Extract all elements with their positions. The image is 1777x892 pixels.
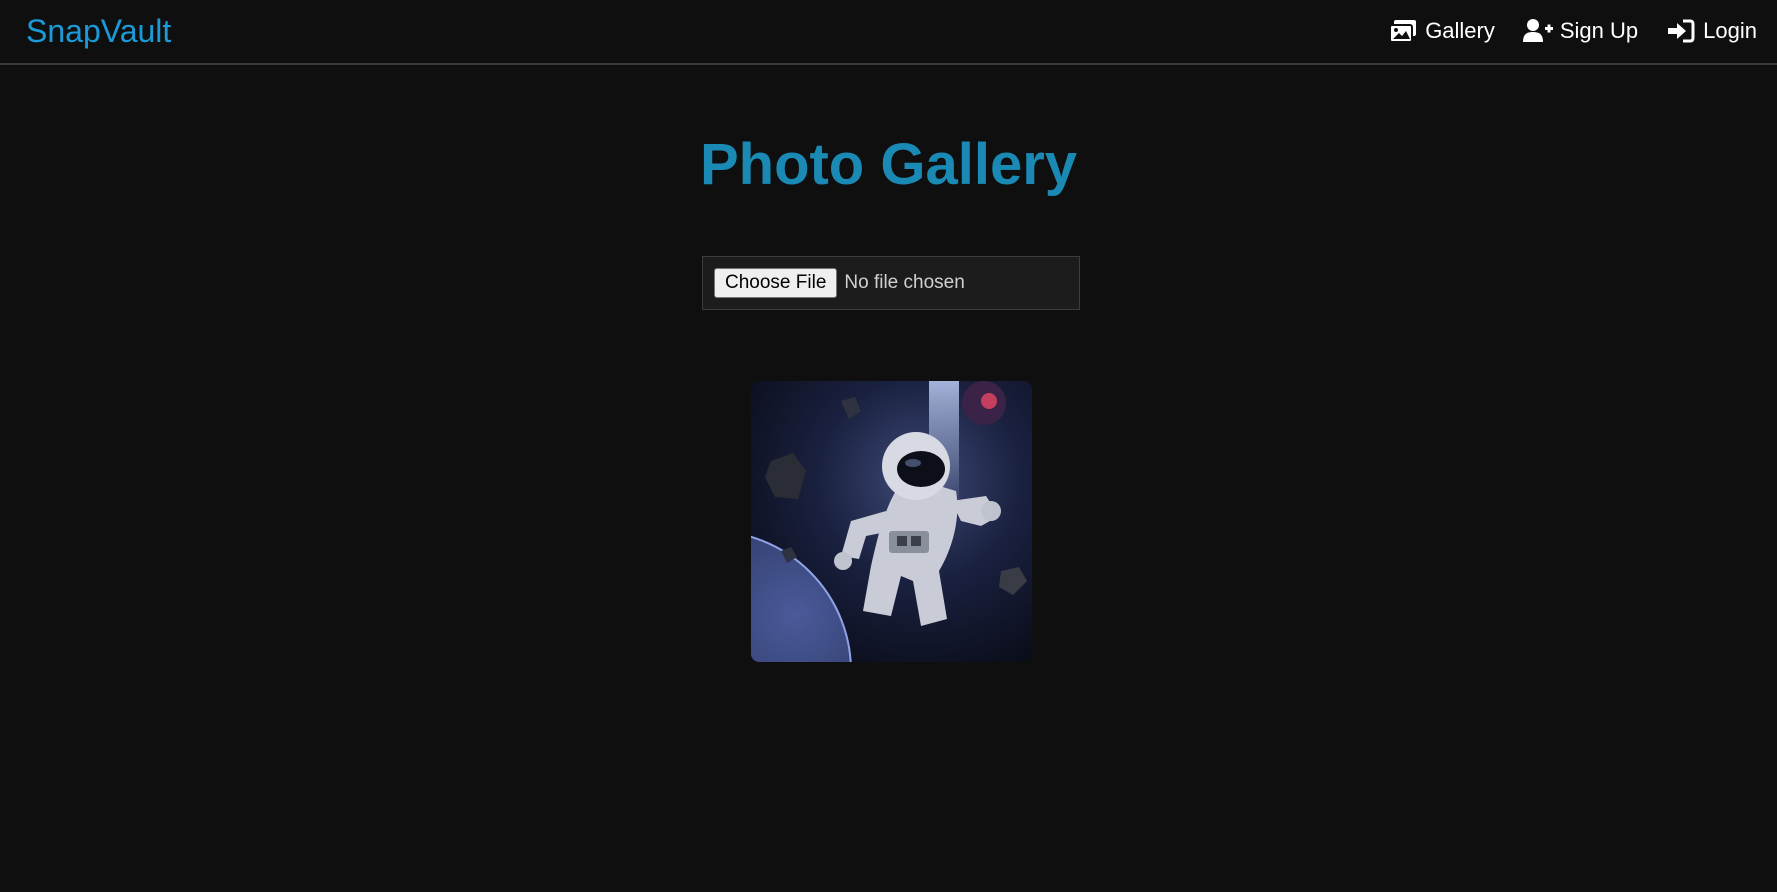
file-upload-box: Choose File No file chosen [702,256,1080,310]
sign-in-icon [1666,18,1696,44]
file-status-text: No file chosen [844,272,965,293]
nav-links: Gallery Sign Up Login [1388,15,1757,47]
nav-gallery-link[interactable]: Gallery [1388,15,1495,47]
nav-signup-link[interactable]: Sign Up [1522,15,1639,47]
page-title: Photo Gallery [699,132,1078,197]
nav-login-label: Login [1703,18,1757,43]
top-navbar: SnapVault Gallery Sign Up Login [0,0,1777,65]
choose-file-button[interactable]: Choose File [714,268,838,298]
gallery-photo[interactable] [751,381,1032,662]
nav-gallery-label: Gallery [1425,18,1495,43]
user-plus-icon [1522,18,1553,44]
nav-login-link[interactable]: Login [1666,15,1757,47]
images-icon [1388,18,1418,44]
nav-signup-label: Sign Up [1559,18,1639,43]
brand-logo[interactable]: SnapVault [26,13,171,49]
photo-thumbnail [751,381,1032,662]
